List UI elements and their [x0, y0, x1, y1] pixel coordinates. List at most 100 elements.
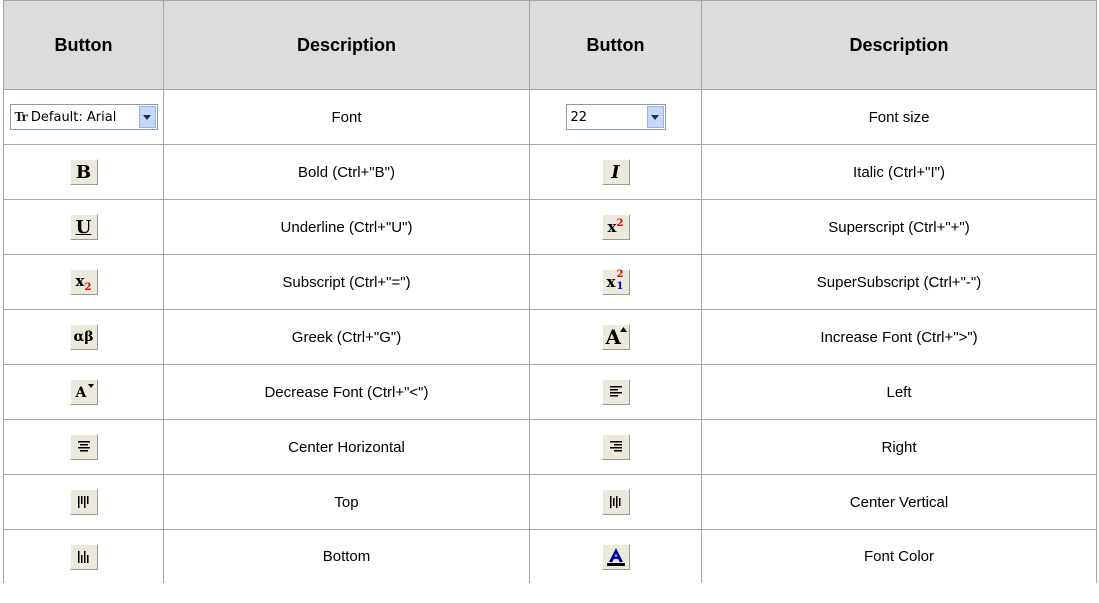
header-description: Description: [163, 0, 530, 90]
description-cell: Greek (Ctrl+"G"): [163, 309, 530, 365]
arrow-down-icon: [87, 384, 94, 388]
superscript-button[interactable]: x2: [601, 214, 630, 240]
description-cell: Center Vertical: [701, 474, 1097, 530]
button-cell: A: [3, 364, 164, 420]
underline-button[interactable]: U: [69, 214, 98, 240]
bold-button[interactable]: B: [69, 159, 98, 185]
button-cell: B: [3, 144, 164, 200]
button-reference-table: Button Description Button Description Tr…: [3, 0, 1097, 583]
button-cell: x2: [529, 199, 702, 255]
align-center-vertical-button[interactable]: [601, 489, 630, 515]
align-top-button[interactable]: [69, 489, 98, 515]
table-row: A Decrease Font (Ctrl+"<") Left: [3, 364, 1097, 420]
arrow-up-icon: [619, 327, 627, 332]
description-cell: Decrease Font (Ctrl+"<"): [163, 364, 530, 420]
decrease-font-letter: A: [75, 385, 87, 401]
italic-button[interactable]: I: [601, 159, 630, 185]
button-cell: U: [3, 199, 164, 255]
button-cell: A: [529, 309, 702, 365]
description-cell: Subscript (Ctrl+"="): [163, 254, 530, 310]
greek-icon: αβ: [73, 329, 94, 345]
table-row: Tr Default: Arial Font 22 Font size: [3, 89, 1097, 145]
button-cell: [3, 419, 164, 475]
align-center-button[interactable]: [69, 434, 98, 460]
align-right-icon: [609, 441, 622, 452]
increase-font-icon: A: [605, 326, 627, 348]
description-cell: Bold (Ctrl+"B"): [163, 144, 530, 200]
button-cell: [529, 529, 702, 583]
align-center-icon: [77, 441, 90, 452]
button-cell: [3, 474, 164, 530]
description-cell: Font: [163, 89, 530, 145]
supersubscript-sub: 1: [616, 281, 624, 292]
superscript-icon: x2: [608, 218, 624, 236]
font-color-button[interactable]: [601, 543, 630, 570]
decrease-font-icon: A: [74, 382, 94, 402]
font-color-icon: [606, 547, 625, 566]
italic-icon: I: [611, 161, 620, 183]
underline-icon: U: [75, 216, 92, 238]
description-cell: Right: [701, 419, 1097, 475]
align-center-vertical-icon: [609, 496, 620, 508]
button-cell: Tr Default: Arial: [3, 89, 164, 145]
font-size-combo[interactable]: 22: [565, 104, 666, 130]
table-row: U Underline (Ctrl+"U") x2 Superscript (C…: [3, 199, 1097, 255]
button-cell: αβ: [3, 309, 164, 365]
description-cell: Left: [701, 364, 1097, 420]
decrease-font-button[interactable]: A: [69, 379, 98, 405]
header-button: Button: [529, 0, 702, 90]
description-cell: Underline (Ctrl+"U"): [163, 199, 530, 255]
header-button: Button: [3, 0, 164, 90]
align-top-icon: [77, 496, 88, 508]
align-right-button[interactable]: [601, 434, 630, 460]
description-cell: Top: [163, 474, 530, 530]
button-cell: 22: [529, 89, 702, 145]
subscript-index: 2: [84, 281, 92, 293]
description-cell: Italic (Ctrl+"I"): [701, 144, 1097, 200]
supersubscript-button[interactable]: x 2 1: [601, 269, 630, 295]
table-row: Top Center Vertical: [3, 474, 1097, 530]
table-row: Center Horizontal Right: [3, 419, 1097, 475]
superscript-exponent: 2: [616, 218, 624, 229]
greek-button[interactable]: αβ: [69, 324, 98, 350]
button-cell: x2: [3, 254, 164, 310]
subscript-icon: x2: [76, 272, 92, 293]
description-cell: SuperSubscript (Ctrl+"-"): [701, 254, 1097, 310]
align-bottom-button[interactable]: [69, 543, 98, 570]
font-combo-text: Default: Arial: [30, 109, 117, 125]
table-header-row: Button Description Button Description: [3, 0, 1097, 90]
description-cell: Center Horizontal: [163, 419, 530, 475]
chevron-down-icon[interactable]: [646, 106, 664, 128]
font-size-value: 22: [570, 109, 588, 125]
align-bottom-icon: [77, 550, 88, 563]
align-left-button[interactable]: [601, 379, 630, 405]
table-row: B Bold (Ctrl+"B") I Italic (Ctrl+"I"): [3, 144, 1097, 200]
button-cell: I: [529, 144, 702, 200]
button-cell: [529, 419, 702, 475]
button-cell: [529, 474, 702, 530]
table-row: αβ Greek (Ctrl+"G") A Increase Font (Ctr…: [3, 309, 1097, 365]
bold-icon: B: [75, 161, 92, 183]
supersubscript-icon: x 2 1: [606, 269, 626, 293]
supersubscript-sup: 2: [616, 269, 624, 280]
button-cell: [529, 364, 702, 420]
increase-font-button[interactable]: A: [601, 324, 630, 350]
table-row: Bottom Font Color: [3, 529, 1097, 583]
description-cell: Increase Font (Ctrl+">"): [701, 309, 1097, 365]
truetype-font-icon: Tr: [14, 110, 28, 124]
button-cell: [3, 529, 164, 583]
align-left-icon: [609, 386, 622, 397]
font-combo[interactable]: Tr Default: Arial: [9, 104, 158, 130]
button-cell: x 2 1: [529, 254, 702, 310]
supersubscript-base: x: [606, 273, 616, 291]
subscript-button[interactable]: x2: [69, 269, 98, 295]
description-cell: Superscript (Ctrl+"+"): [701, 199, 1097, 255]
description-cell: Bottom: [163, 529, 530, 583]
table-row: x2 Subscript (Ctrl+"=") x 2 1 SuperSubsc…: [3, 254, 1097, 310]
header-description: Description: [701, 0, 1097, 90]
description-cell: Font Color: [701, 529, 1097, 583]
description-cell: Font size: [701, 89, 1097, 145]
chevron-down-icon[interactable]: [138, 106, 156, 128]
page: Button Description Button Description Tr…: [0, 0, 1099, 603]
font-combo-value: Tr Default: Arial: [11, 105, 138, 129]
